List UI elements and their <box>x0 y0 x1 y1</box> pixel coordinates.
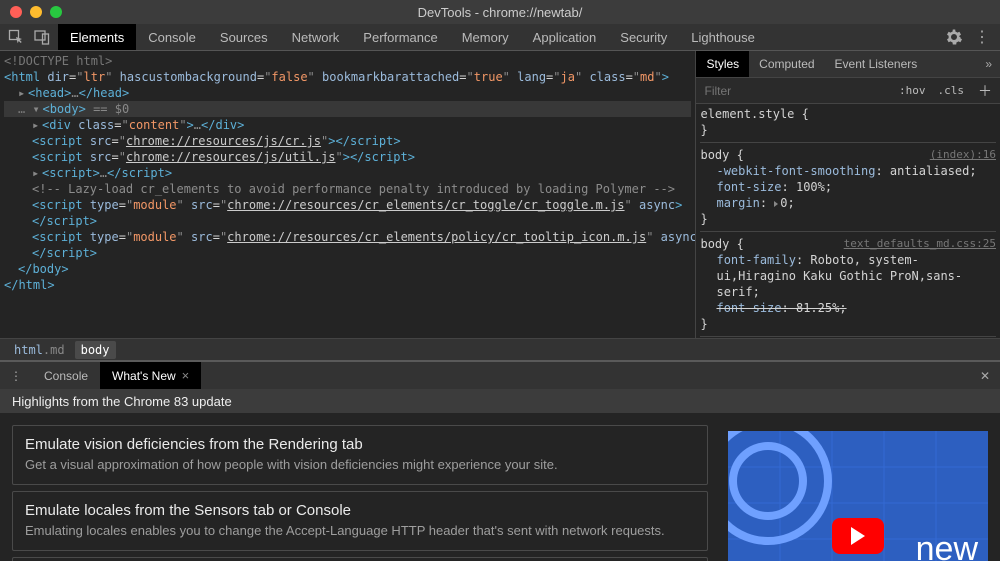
main-tab-network[interactable]: Network <box>280 24 352 50</box>
youtube-play-icon[interactable] <box>832 518 884 554</box>
card-body: Get a visual approximation of how people… <box>25 457 695 474</box>
window-titlebar: DevTools - chrome://newtab/ <box>0 0 1000 24</box>
main-tabs: ElementsConsoleSourcesNetworkPerformance… <box>58 24 767 50</box>
window-zoom-button[interactable] <box>50 6 62 18</box>
release-note-card[interactable]: Emulate locales from the Sensors tab or … <box>12 491 708 551</box>
card-title: Emulate vision deficiencies from the Ren… <box>25 436 695 453</box>
inspect-element-icon[interactable] <box>8 29 24 45</box>
hover-toggle-button[interactable]: :hov <box>893 84 932 97</box>
release-note-card[interactable]: Cross-Origin Opener Policy (COOP) and Cr… <box>12 557 708 561</box>
styles-tab-styles[interactable]: Styles <box>696 51 749 77</box>
card-body: Emulating locales enables you to change … <box>25 523 695 540</box>
device-toolbar-icon[interactable] <box>34 29 50 45</box>
main-tab-security[interactable]: Security <box>608 24 679 50</box>
main-tab-sources[interactable]: Sources <box>208 24 280 50</box>
drawer-menu-icon[interactable]: ⋮ <box>0 369 32 383</box>
window-title: DevTools - chrome://newtab/ <box>0 5 1000 20</box>
styles-tab-computed[interactable]: Computed <box>749 51 824 77</box>
main-tab-application[interactable]: Application <box>521 24 609 50</box>
main-tab-memory[interactable]: Memory <box>450 24 521 50</box>
traffic-lights <box>10 6 62 18</box>
main-tab-elements[interactable]: Elements <box>58 24 136 50</box>
drawer-tab-console[interactable]: Console <box>32 362 100 389</box>
release-note-card[interactable]: Emulate vision deficiencies from the Ren… <box>12 425 708 485</box>
elements-panel[interactable]: <!DOCTYPE html><html dir="ltr" hascustom… <box>0 51 695 338</box>
breadcrumb-body[interactable]: body <box>75 341 116 359</box>
styles-tabs-overflow-icon[interactable]: » <box>985 57 1000 71</box>
settings-gear-icon[interactable] <box>946 29 962 45</box>
kebab-menu-icon[interactable]: ⋮ <box>974 27 990 47</box>
video-caption: new <box>916 530 978 561</box>
main-tab-lighthouse[interactable]: Lighthouse <box>679 24 767 50</box>
main-tab-performance[interactable]: Performance <box>351 24 449 50</box>
dom-breadcrumb: html.mdbody <box>0 338 1000 360</box>
drawer-tab-what-s-new[interactable]: What's New× <box>100 362 201 389</box>
main-tab-console[interactable]: Console <box>136 24 208 50</box>
styles-tabs: StylesComputedEvent Listeners » <box>696 51 1000 78</box>
breadcrumb-html[interactable]: html.md <box>8 341 71 359</box>
new-style-rule-button[interactable]: ＋ <box>970 81 1000 101</box>
styles-filter-input[interactable] <box>696 84 893 98</box>
window-minimize-button[interactable] <box>30 6 42 18</box>
cls-toggle-button[interactable]: .cls <box>932 84 971 97</box>
card-title: Emulate locales from the Sensors tab or … <box>25 502 695 519</box>
styles-sidebar: StylesComputedEvent Listeners » :hov .cls… <box>695 51 1000 338</box>
styles-tab-event-listeners[interactable]: Event Listeners <box>825 51 928 77</box>
main-toolbar: ElementsConsoleSourcesNetworkPerformance… <box>0 24 1000 51</box>
drawer-subheader: Highlights from the Chrome 83 update <box>0 389 1000 413</box>
drawer-tab-close-icon[interactable]: × <box>182 368 190 383</box>
window-close-button[interactable] <box>10 6 22 18</box>
release-video-thumbnail[interactable]: new <box>728 431 988 561</box>
drawer: ⋮ ConsoleWhat's New× ✕ Highlights from t… <box>0 360 1000 561</box>
drawer-close-button[interactable]: ✕ <box>970 369 1000 383</box>
